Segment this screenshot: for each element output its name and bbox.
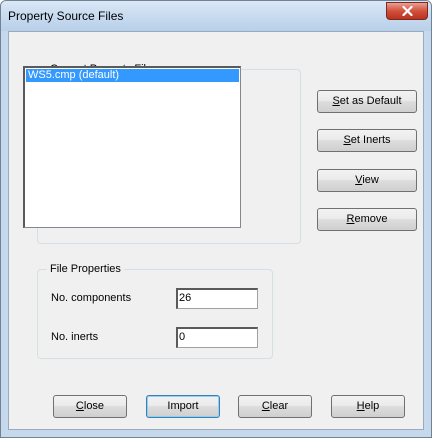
set-inerts-button[interactable]: Set Inerts bbox=[317, 129, 417, 152]
dialog-client-area: Current Property Files WS5.cmp (default)… bbox=[8, 31, 424, 430]
clear-button[interactable]: Clear bbox=[238, 395, 312, 418]
close-label: lose bbox=[83, 400, 105, 412]
property-files-listbox[interactable]: WS5.cmp (default) bbox=[23, 66, 241, 228]
components-field[interactable]: 26 bbox=[176, 288, 258, 309]
help-button[interactable]: Help bbox=[331, 395, 405, 418]
close-mnemonic: C bbox=[75, 400, 84, 412]
set-as-default-label: et as Default bbox=[339, 95, 402, 107]
view-label: iew bbox=[362, 174, 379, 186]
close-icon bbox=[402, 6, 413, 16]
view-button[interactable]: View bbox=[317, 169, 417, 192]
set-inerts-label: et Inerts bbox=[350, 134, 391, 146]
help-label: elp bbox=[364, 400, 380, 412]
inerts-label: No. inerts bbox=[51, 331, 99, 343]
file-properties-legend: File Properties bbox=[47, 263, 124, 276]
title-bar[interactable]: Property Source Files bbox=[1, 1, 431, 31]
clear-label: lear bbox=[269, 400, 289, 412]
inerts-field[interactable]: 0 bbox=[176, 327, 258, 348]
close-button[interactable]: Close bbox=[53, 395, 127, 418]
list-item[interactable]: WS5.cmp (default) bbox=[26, 69, 239, 82]
set-as-default-button[interactable]: Set as Default bbox=[317, 90, 417, 113]
remove-button[interactable]: Remove bbox=[317, 208, 417, 231]
components-label: No. components bbox=[51, 292, 132, 304]
set-as-default-mnemonic: S bbox=[332, 95, 340, 107]
window-title: Property Source Files bbox=[8, 9, 124, 23]
set-inerts-mnemonic: S bbox=[343, 134, 351, 146]
close-window-button[interactable] bbox=[386, 2, 428, 20]
property-source-files-window: Property Source Files Current Property F… bbox=[0, 0, 432, 438]
help-mnemonic: H bbox=[356, 400, 365, 412]
remove-label: emove bbox=[354, 213, 388, 225]
import-button[interactable]: Import bbox=[146, 395, 220, 418]
import-label: Import bbox=[167, 400, 199, 412]
clear-mnemonic: C bbox=[261, 400, 270, 412]
